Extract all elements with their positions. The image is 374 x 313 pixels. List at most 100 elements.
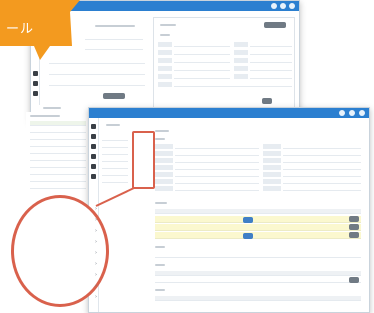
form-row[interactable] xyxy=(49,70,145,75)
subtable-heading xyxy=(155,202,167,204)
field-label xyxy=(234,42,248,47)
field-value xyxy=(283,186,361,191)
submenu-item[interactable] xyxy=(102,136,128,141)
list-item[interactable] xyxy=(30,142,86,147)
list-item[interactable] xyxy=(30,184,86,189)
field-label xyxy=(155,144,173,149)
submenu-item[interactable] xyxy=(102,150,128,155)
settings-icon[interactable] xyxy=(280,3,286,9)
notes-heading xyxy=(155,246,165,248)
history-action-button[interactable] xyxy=(349,277,359,283)
field-value xyxy=(174,66,230,71)
submenu-item[interactable] xyxy=(102,178,128,183)
field-value xyxy=(283,165,361,170)
list-item[interactable] xyxy=(30,149,86,154)
gear-icon[interactable] xyxy=(91,174,96,179)
field-label xyxy=(158,82,172,87)
history-header xyxy=(155,271,361,276)
list-icon[interactable] xyxy=(91,134,96,139)
field-value xyxy=(175,179,259,184)
subtable-header xyxy=(155,209,361,214)
front-window xyxy=(88,107,370,313)
settings-icon[interactable] xyxy=(349,110,355,116)
field-label xyxy=(234,66,248,71)
field-label xyxy=(158,58,172,63)
detail-section-label xyxy=(155,138,165,140)
list-item[interactable] xyxy=(30,163,86,168)
notes-row xyxy=(155,253,361,258)
submenu-item[interactable] xyxy=(102,157,128,162)
nav-icon-a[interactable] xyxy=(33,71,38,76)
menu-item[interactable]: › xyxy=(25,291,101,303)
edit-button[interactable] xyxy=(264,22,286,28)
nav-icon-b[interactable] xyxy=(33,81,38,86)
field-value xyxy=(250,42,292,47)
back-form-line xyxy=(95,25,135,27)
field-value xyxy=(175,144,259,149)
chevron-right-icon: › xyxy=(95,294,97,300)
document-icon[interactable] xyxy=(91,144,96,149)
field-value xyxy=(250,66,292,71)
field-label xyxy=(263,158,281,163)
user-icon[interactable] xyxy=(359,110,365,116)
field-value xyxy=(283,151,361,156)
field-value xyxy=(175,165,259,170)
subtable-row[interactable] xyxy=(155,216,361,223)
field-label xyxy=(234,50,248,55)
form-row[interactable] xyxy=(85,45,143,50)
user-icon[interactable] xyxy=(289,3,295,9)
chart-icon[interactable] xyxy=(91,164,96,169)
field-label xyxy=(155,186,173,191)
notification-icon[interactable] xyxy=(271,3,277,9)
tag-badge xyxy=(243,233,253,239)
submenu-item[interactable] xyxy=(102,171,128,176)
form-row[interactable] xyxy=(85,35,143,40)
field-label xyxy=(263,165,281,170)
submenu-heading xyxy=(106,124,120,126)
field-value xyxy=(174,58,230,63)
field-label xyxy=(263,186,281,191)
footer-heading xyxy=(155,289,165,291)
field-label xyxy=(158,66,172,71)
action-button[interactable] xyxy=(262,98,272,104)
field-label xyxy=(155,172,173,177)
field-value xyxy=(283,144,361,149)
list-item[interactable] xyxy=(30,121,86,126)
field-value xyxy=(283,179,361,184)
field-label xyxy=(155,165,173,170)
list-item[interactable] xyxy=(30,177,86,182)
row-action-button[interactable] xyxy=(349,232,359,238)
footer-header xyxy=(155,296,361,301)
list-item[interactable] xyxy=(30,170,86,175)
field-label xyxy=(234,74,248,79)
form-row[interactable] xyxy=(49,81,145,86)
list-item[interactable] xyxy=(30,128,86,133)
field-label xyxy=(158,50,172,55)
field-label xyxy=(158,74,172,79)
notification-icon[interactable] xyxy=(339,110,345,116)
row-action-button[interactable] xyxy=(349,216,359,222)
list-header xyxy=(30,115,60,117)
search-button[interactable] xyxy=(103,93,125,99)
field-value xyxy=(174,42,230,47)
field-value xyxy=(283,158,361,163)
user-icon[interactable] xyxy=(91,154,96,159)
detail-subheading xyxy=(160,34,170,36)
field-label xyxy=(263,144,281,149)
row-action-button[interactable] xyxy=(349,224,359,230)
field-value xyxy=(283,172,361,177)
field-label xyxy=(263,172,281,177)
subtable-row[interactable] xyxy=(155,224,361,231)
submenu-item[interactable] xyxy=(102,164,128,169)
field-value xyxy=(175,186,259,191)
field-value xyxy=(250,74,292,79)
submenu-item[interactable] xyxy=(102,143,128,148)
list-item[interactable] xyxy=(30,156,86,161)
nav-icon-c[interactable] xyxy=(33,91,38,96)
field-value xyxy=(250,58,292,63)
field-label xyxy=(158,42,172,47)
subtable-row[interactable] xyxy=(155,232,361,239)
list-item[interactable] xyxy=(30,135,86,140)
home-icon[interactable] xyxy=(91,124,96,129)
highlight-box xyxy=(132,131,155,189)
